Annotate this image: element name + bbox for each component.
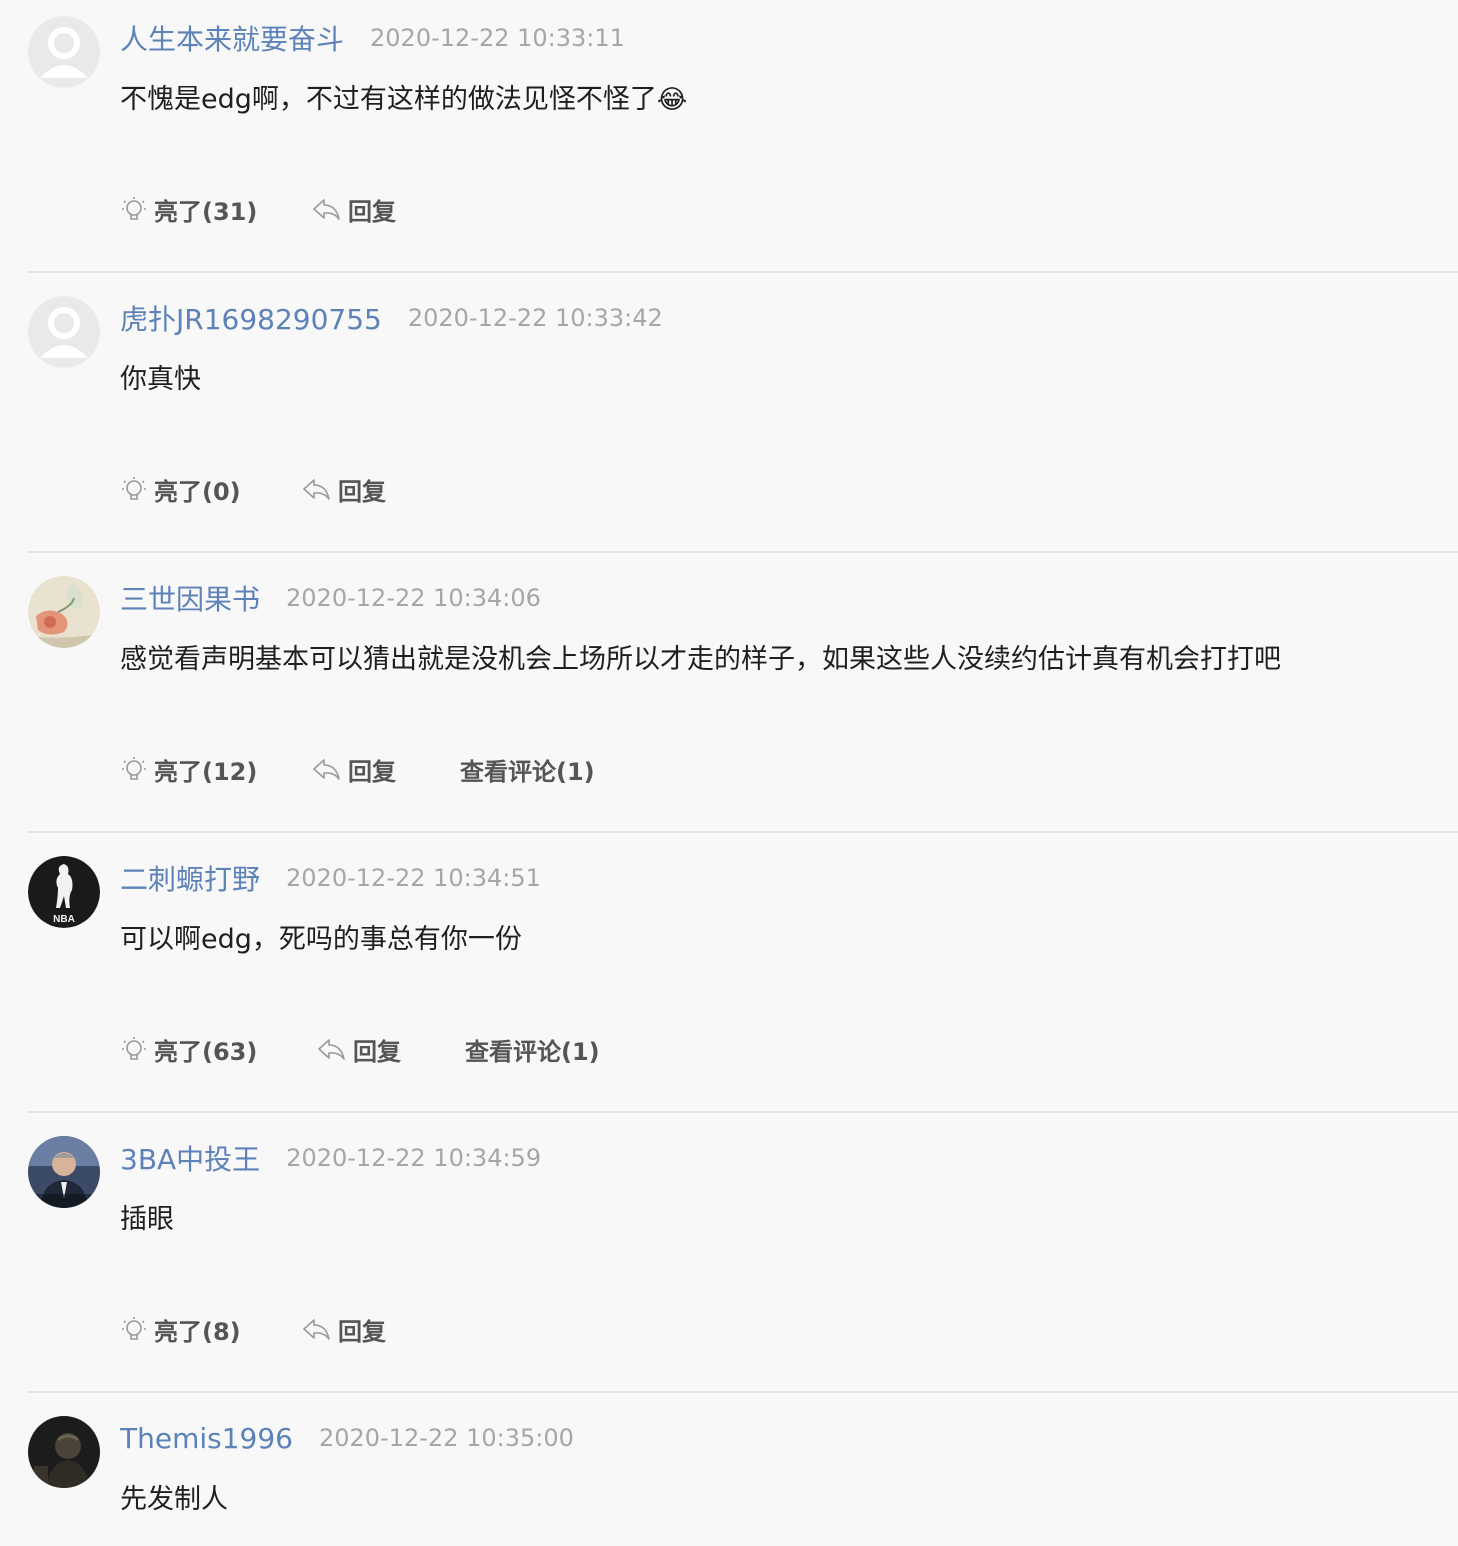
comment-divider xyxy=(28,831,1458,833)
comment-timestamp: 2020-12-22 10:33:11 xyxy=(370,24,625,52)
like-button[interactable]: 亮了(0) xyxy=(120,472,300,507)
comment-meta: 人生本来就要奋斗 2020-12-22 10:33:11 xyxy=(120,18,625,58)
lightbulb-icon xyxy=(122,757,146,780)
dark-photo-avatar[interactable] xyxy=(28,1416,100,1488)
username-link[interactable]: 人生本来就要奋斗 xyxy=(120,18,344,58)
comment-timestamp: 2020-12-22 10:33:42 xyxy=(407,304,663,332)
comment-text: 感觉看声明基本可以猜出就是没机会上场所以才走的样子，如果这些人没续约估计真有机会… xyxy=(120,644,1281,675)
comment-timestamp: 2020-12-22 10:35:00 xyxy=(318,1424,574,1452)
comment-actions: 亮了(8) 回复 xyxy=(120,1309,450,1349)
comment-divider xyxy=(28,551,1458,553)
default-avatar-icon[interactable] xyxy=(28,16,100,88)
nba-logo-text: NBA xyxy=(53,914,75,925)
default-avatar-icon[interactable] xyxy=(28,296,100,368)
reply-button[interactable]: 回复 xyxy=(300,472,450,507)
lightbulb-icon xyxy=(122,1317,146,1340)
reply-arrow-icon xyxy=(303,479,330,500)
comment-divider xyxy=(28,1111,1458,1113)
reply-arrow-icon xyxy=(303,1319,330,1340)
nba-logo-avatar[interactable]: NBA xyxy=(28,856,100,928)
reply-button[interactable]: 回复 xyxy=(310,752,460,787)
reply-label: 回复 xyxy=(338,477,386,506)
reply-label: 回复 xyxy=(338,1317,386,1346)
comment-item: NBA 二刺螈打野 2020-12-22 10:34:51 可以啊edg，死吗的… xyxy=(0,840,1458,1120)
comment-actions: 亮了(63) 回复 查看评论(1) xyxy=(120,1029,600,1069)
lightbulb-icon xyxy=(122,197,146,220)
like-button[interactable]: 亮了(12) xyxy=(120,752,310,787)
comment-timestamp: 2020-12-22 10:34:51 xyxy=(286,864,541,892)
view-comments-label: 查看评论(1) xyxy=(465,1037,600,1066)
comment-text: 先发制人 xyxy=(120,1484,228,1515)
view-comments-label: 查看评论(1) xyxy=(460,757,595,786)
flower-painting-avatar[interactable] xyxy=(28,576,100,648)
comment-meta: 三世因果书 2020-12-22 10:34:06 xyxy=(120,578,541,618)
comment-actions: 亮了(12) 回复 查看评论(1) xyxy=(120,749,595,789)
comment-item: 三世因果书 2020-12-22 10:34:06 感觉看声明基本可以猜出就是没… xyxy=(0,560,1458,840)
comment-actions: 亮了(31) 回复 xyxy=(120,189,460,229)
comment-item: 人生本来就要奋斗 2020-12-22 10:33:11 不愧是edg啊，不过有… xyxy=(0,0,1458,280)
reply-label: 回复 xyxy=(348,757,396,786)
comment-meta: Themis1996 2020-12-22 10:35:00 xyxy=(120,1418,574,1458)
comment-meta: 二刺螈打野 2020-12-22 10:34:51 xyxy=(120,858,541,898)
comment-text: 你真快 xyxy=(120,364,201,395)
reply-arrow-icon xyxy=(313,759,340,780)
comment-item: 3BA中投王 2020-12-22 10:34:59 插眼 亮了(8) 回复 xyxy=(0,1120,1458,1400)
reply-label: 回复 xyxy=(348,197,396,226)
comment-divider xyxy=(28,271,1458,273)
man-in-suit-photo-avatar[interactable] xyxy=(28,1136,100,1208)
like-button[interactable]: 亮了(63) xyxy=(120,1032,315,1067)
reply-label: 回复 xyxy=(353,1037,401,1066)
like-count-label: 亮了(31) xyxy=(154,197,258,226)
comment-timestamp: 2020-12-22 10:34:59 xyxy=(286,1144,542,1172)
comment-meta: 虎扑JR1698290755 2020-12-22 10:33:42 xyxy=(120,298,663,338)
comment-meta: 3BA中投王 2020-12-22 10:34:59 xyxy=(120,1138,541,1178)
username-link[interactable]: Themis1996 xyxy=(120,1422,293,1455)
like-count-label: 亮了(8) xyxy=(154,1317,241,1346)
comment-divider xyxy=(28,1391,1458,1393)
laughing-tears-emoji-icon: 😂 xyxy=(656,85,688,115)
like-count-label: 亮了(0) xyxy=(154,477,241,506)
comment-item: Themis1996 2020-12-22 10:35:00 先发制人 xyxy=(0,1400,1458,1546)
like-count-label: 亮了(12) xyxy=(154,757,258,786)
like-button[interactable]: 亮了(31) xyxy=(120,192,310,227)
username-link[interactable]: 二刺螈打野 xyxy=(120,858,260,898)
view-comments-button[interactable]: 查看评论(1) xyxy=(465,1032,600,1067)
comment-item: 虎扑JR1698290755 2020-12-22 10:33:42 你真快 亮… xyxy=(0,280,1458,560)
comment-actions: 亮了(0) 回复 xyxy=(120,469,450,509)
username-link[interactable]: 虎扑JR1698290755 xyxy=(120,298,382,338)
reply-arrow-icon xyxy=(313,199,340,220)
reply-arrow-icon xyxy=(318,1039,345,1060)
view-comments-button[interactable]: 查看评论(1) xyxy=(460,752,595,787)
comment-body: 不愧是edg啊，不过有这样的做法见怪不怪了 xyxy=(120,84,657,115)
username-link[interactable]: 3BA中投王 xyxy=(120,1138,260,1178)
username-link[interactable]: 三世因果书 xyxy=(120,578,260,618)
comment-text: 可以啊edg，死吗的事总有你一份 xyxy=(120,924,522,955)
like-button[interactable]: 亮了(8) xyxy=(120,1312,300,1347)
lightbulb-icon xyxy=(122,477,146,500)
reply-button[interactable]: 回复 xyxy=(300,1312,450,1347)
comment-text: 不愧是edg啊，不过有这样的做法见怪不怪了😂 xyxy=(120,78,687,122)
reply-button[interactable]: 回复 xyxy=(315,1032,465,1067)
like-count-label: 亮了(63) xyxy=(154,1037,258,1066)
lightbulb-icon xyxy=(122,1037,146,1060)
comment-text: 插眼 xyxy=(120,1204,174,1235)
reply-button[interactable]: 回复 xyxy=(310,192,460,227)
comment-timestamp: 2020-12-22 10:34:06 xyxy=(286,584,541,612)
